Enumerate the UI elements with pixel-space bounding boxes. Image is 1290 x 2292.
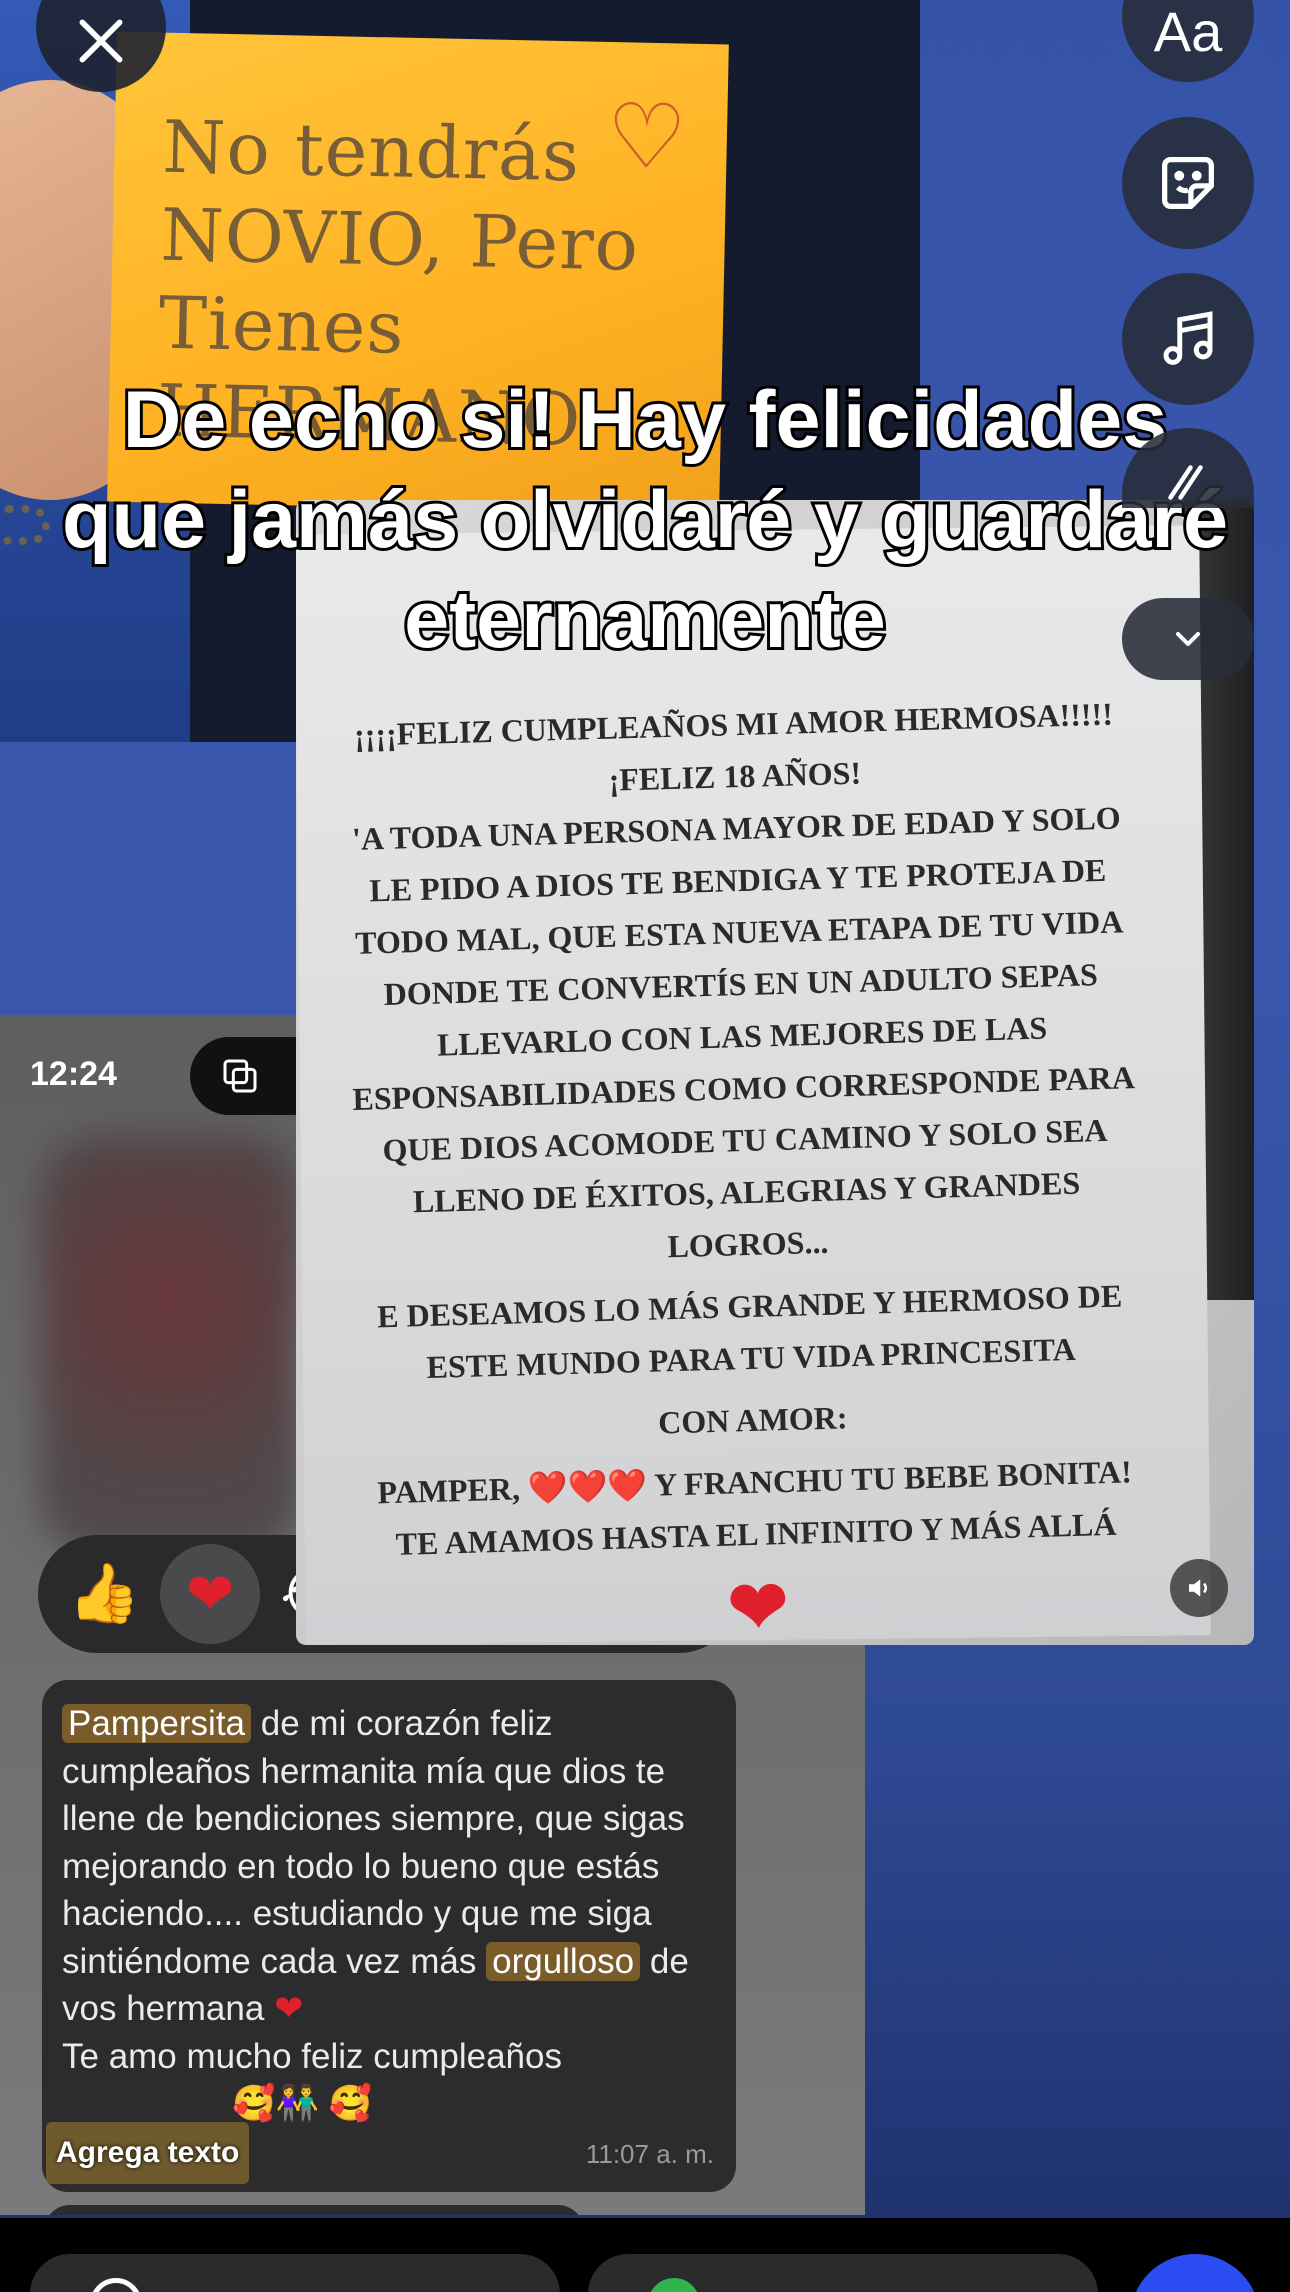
mention-highlight: Pampersita bbox=[62, 1704, 252, 1743]
drawn-heart-icon: ♡ bbox=[605, 86, 688, 189]
next-bubble-stub bbox=[44, 2205, 584, 2215]
heart-emoji: ❤ bbox=[274, 1989, 304, 2028]
chevron-down-icon bbox=[1176, 632, 1200, 646]
copy-icon bbox=[223, 1059, 257, 1093]
message-text-3: Te amo mucho feliz cumpleaños bbox=[62, 2036, 562, 2076]
volume-button[interactable] bbox=[1170, 1559, 1228, 1617]
message-timestamp: 11:07 a. m. bbox=[585, 2138, 714, 2169]
message-text-1: de mi corazón feliz cumpleaños hermanita… bbox=[62, 1704, 685, 1981]
music-tool-button[interactable] bbox=[1122, 273, 1254, 405]
volume-icon bbox=[1189, 1579, 1207, 1597]
chat-message-bubble: Pampersita de mi corazón feliz cumpleaño… bbox=[42, 1680, 736, 2192]
printed-note-sticker[interactable]: ¡¡¡¡FELIZ CUMPLEAÑOS MI AMOR HERMOSA!!!!… bbox=[296, 500, 1254, 1645]
note-text-block: ¡¡¡¡FELIZ CUMPLEAÑOS MI AMOR HERMOSA!!!!… bbox=[323, 689, 1169, 1645]
story-caption[interactable]: De echo si! Hay felicidades que jamás ol… bbox=[30, 370, 1260, 670]
avatar-ring-icon bbox=[90, 2278, 142, 2292]
caption-line-2: que jamás olvidaré y guardaré bbox=[59, 472, 1231, 568]
handwritten-line-2: NOVIO, Pero bbox=[159, 192, 640, 287]
heart-reaction-selected[interactable]: ❤ bbox=[160, 1544, 261, 1644]
caption-line-3: eternamente bbox=[401, 572, 889, 668]
more-tools-button[interactable] bbox=[1122, 598, 1254, 680]
note-heart-icon: ❤ bbox=[726, 1567, 790, 1645]
blurred-photo bbox=[40, 1135, 300, 1555]
add-text-label[interactable]: Agrega texto bbox=[46, 2122, 250, 2184]
close-icon bbox=[79, 19, 123, 63]
close-friends-icon bbox=[648, 2278, 700, 2292]
music-note-icon bbox=[1163, 311, 1213, 365]
close-friends-button[interactable] bbox=[588, 2254, 1098, 2292]
word-highlight: orgulloso bbox=[486, 1941, 641, 1981]
status-time: 12:24 bbox=[30, 1055, 117, 1093]
text-tool-label: Aa bbox=[1153, 0, 1223, 63]
note-line: CON AMOR: bbox=[657, 1399, 848, 1441]
your-story-button[interactable] bbox=[30, 2254, 560, 2292]
draw-icon bbox=[1168, 465, 1203, 500]
sticker-tool-button[interactable] bbox=[1122, 117, 1254, 249]
heart-icon: ❤ bbox=[185, 1562, 235, 1627]
caption-line-1: De echo si! Hay felicidades bbox=[120, 372, 1170, 468]
sticker-icon bbox=[1162, 157, 1214, 209]
message-emojis: 🥰👫 🥰 bbox=[232, 2084, 373, 2123]
text-tool-button[interactable]: Aa bbox=[1122, 0, 1254, 82]
thumbs-up-reaction[interactable]: 👍 bbox=[68, 1560, 140, 1628]
